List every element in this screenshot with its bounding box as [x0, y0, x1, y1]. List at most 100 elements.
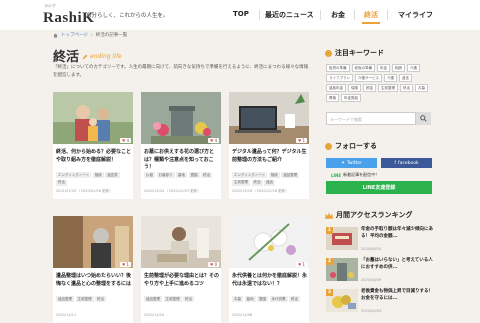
tag[interactable]: 生前整理 — [75, 296, 94, 302]
article-thumbnail[interactable] — [229, 92, 309, 144]
like-count: ♥ 4 — [119, 138, 131, 143]
keyword-tag[interactable]: お墓 — [415, 84, 428, 92]
keyword-tag[interactable]: 葬儀 — [326, 94, 339, 102]
tag[interactable]: 相続 — [268, 172, 280, 178]
tag[interactable]: 相続 — [92, 172, 104, 178]
nav-mylife[interactable]: マイライフ — [398, 10, 433, 20]
article-title[interactable]: 遺品整理はいつ始めたらいい？後悔なく遺品と心の整理をするには — [56, 273, 131, 288]
tag[interactable]: エンディングノート — [232, 172, 268, 178]
ranking-title[interactable]: 老後資金も物価上昇で目減りする！お金を守るには... — [361, 289, 433, 302]
tag[interactable]: 生前整理 — [163, 296, 182, 302]
article-card[interactable]: ♥ 4 お墓にお供えする花の選び方とは？種類や注意点を知っておこう！ 仏壇 お墓参… — [141, 92, 221, 199]
like-count: ♥ 0 — [207, 262, 219, 267]
search-button[interactable] — [416, 112, 431, 125]
nav-top[interactable]: TOP — [233, 10, 249, 18]
tag[interactable]: 遺品整理 — [281, 172, 300, 178]
line-note-text: 新着記事を配信中！ — [343, 172, 380, 177]
crown-icon — [325, 211, 333, 219]
like-count-value: 4 — [126, 138, 129, 143]
tag[interactable]: 霊園 — [257, 296, 268, 302]
article-card[interactable]: ♥ 1 デジタル遺品って何？デジタル生前整理の方法もご紹介 エンディングノート 相… — [229, 92, 309, 199]
keyword-tag[interactable]: 投資の準備 — [326, 64, 350, 72]
tag[interactable]: 遺言書 — [105, 172, 120, 178]
article-card[interactable]: ♥ 4 終活、何から始める？必要なことや取り組み方を徹底解説！ エンディングノート… — [53, 92, 133, 199]
tag[interactable]: 墓地 — [176, 172, 187, 178]
article-thumbnail[interactable] — [53, 92, 133, 144]
article-card[interactable]: ♥ 1 永代供養とは何かを徹底解説！永代は永遠ではない！？ お墓 墓地 霊園 永代… — [229, 216, 309, 323]
rank-number: 2 — [326, 258, 333, 265]
keyword-tag[interactable]: 介護サービス — [355, 74, 382, 82]
keyword-tag[interactable]: 税金 — [363, 84, 376, 92]
keyword-tag[interactable]: 遺族年金 — [326, 84, 346, 92]
article-card[interactable]: ♥ 0 生前整理が必要な理由とは？そのやり方や上手に進めるコツ 遺品整理 生前整理… — [141, 216, 221, 323]
follow-heading-text: フォローする — [335, 142, 377, 150]
article-thumbnail[interactable] — [141, 92, 221, 144]
article-card[interactable]: ♥ 1 遺品整理はいつ始めたらいい？後悔なく遺品と心の整理をするには 遺品整理 生… — [53, 216, 133, 323]
line-follow-button[interactable]: LINE友達登録 — [326, 181, 432, 194]
keyword-list: 投資の準備 老後の準備 年金 相続 介護 ライフプラン 介護サービス 介護 遺言… — [326, 64, 433, 102]
keyword-tag[interactable]: 終活 — [400, 84, 413, 92]
like-count-value: 0 — [214, 262, 217, 267]
article-thumbnail[interactable] — [53, 216, 133, 268]
ranking-item[interactable]: 1 年金の手取り額は年々減少傾向にある！平均の金額... 2020/06/20 — [326, 227, 433, 252]
site-header: ラシク RashiK 自分らしく、これからの人生を。 TOP 最近のニュース お… — [0, 0, 480, 30]
tag[interactable]: 終活 — [251, 179, 263, 186]
search-input[interactable]: キーワードで検索 — [326, 112, 416, 125]
tag[interactable]: エンディングノート — [56, 172, 92, 178]
facebook-icon: f — [394, 160, 397, 166]
keyword-tag[interactable]: 介護 — [384, 74, 397, 82]
nav-shukatsu[interactable]: 終活 — [364, 10, 378, 20]
tag[interactable]: お墓参り — [156, 172, 175, 178]
tag[interactable]: 遺品 — [264, 179, 275, 186]
tag[interactable]: 遺品整理 — [56, 296, 74, 302]
nav-news[interactable]: 最近のニュース — [265, 10, 314, 20]
tag[interactable]: 終活 — [56, 179, 67, 186]
tag[interactable]: 終活 — [183, 296, 194, 302]
article-title[interactable]: 永代供養とは何かを徹底解説！永代は永遠ではない！？ — [232, 273, 307, 288]
keyword-tag[interactable]: 相続 — [392, 64, 405, 72]
like-count-value: 4 — [214, 138, 217, 143]
like-count-value: 1 — [302, 262, 305, 267]
article-thumbnail[interactable] — [229, 216, 309, 268]
site-tagline: 自分らしく、これからの人生を。 — [86, 13, 169, 19]
nav-money[interactable]: お金 — [331, 10, 345, 20]
article-title[interactable]: 生前整理が必要な理由とは？そのやり方や上手に進めるコツ — [144, 273, 219, 288]
rank-number: 1 — [326, 227, 333, 234]
tag[interactable]: 終活 — [95, 296, 106, 302]
page-description: 「終活」についてのカテゴリーです。人生の最期に向けて、前向きな気持ちで準備を行え… — [53, 65, 309, 78]
nav-divider — [354, 10, 355, 20]
tag[interactable]: 永代供養 — [269, 296, 288, 302]
tag[interactable]: 霊園 — [188, 172, 200, 178]
ranking-heading-text: 月間アクセスランキング — [336, 211, 413, 219]
keyword-tag[interactable]: 老後の準備 — [351, 64, 375, 72]
twitter-button[interactable]: ✦ Twitter — [326, 158, 377, 168]
ranking-item[interactable]: 3 老後資金も物価上昇で目減りする！お金を守るには... 2020/04/04 — [326, 289, 433, 314]
keyword-tag[interactable]: ライフプラン — [326, 74, 353, 82]
tag[interactable]: 墓地 — [244, 296, 256, 302]
keyword-tag[interactable]: 保険 — [348, 84, 361, 92]
article-thumbnail[interactable] — [141, 216, 221, 268]
tag[interactable]: 終活 — [289, 296, 300, 302]
tag[interactable]: 遺品整理 — [144, 296, 162, 302]
article-title[interactable]: デジタル遺品って何？デジタル生前整理の方法もご紹介 — [232, 149, 307, 164]
heart-icon: ♥ — [121, 262, 126, 267]
tag[interactable]: 仏壇 — [144, 172, 155, 178]
keyword-tag[interactable]: 生前整理 — [378, 84, 398, 92]
keywords-heading: 注目キーワード — [325, 48, 384, 58]
article-title[interactable]: お墓にお供えする花の選び方とは？種類や注意点を知っておこう！ — [144, 149, 219, 172]
keyword-tag[interactable]: 年金受給 — [341, 94, 361, 102]
ranking-date: 2020/06/09 — [361, 278, 382, 282]
keyword-tag[interactable]: 年金 — [377, 64, 390, 72]
breadcrumb-home-link[interactable]: トップページ — [61, 32, 88, 38]
facebook-button[interactable]: f facebook — [381, 158, 432, 168]
tag[interactable]: お墓 — [232, 296, 243, 302]
tag[interactable]: 終活 — [201, 172, 212, 178]
ranking-title[interactable]: 「お墓はいらない」と考えている人におすすめの供... — [361, 258, 433, 271]
ranking-title[interactable]: 年金の手取り額は年々減少傾向にある！平均の金額... — [361, 227, 433, 240]
keyword-tag[interactable]: 遺言 — [399, 74, 412, 82]
article-title[interactable]: 終活、何から始める？必要なことや取り組み方を徹底解説！ — [56, 149, 131, 164]
keywords-heading-text: 注目キーワード — [335, 49, 384, 57]
ranking-item[interactable]: 2 「お墓はいらない」と考えている人におすすめの供... 2020/06/09 — [326, 258, 433, 283]
tag[interactable]: 生前整理 — [232, 179, 250, 186]
keyword-tag[interactable]: 介護 — [407, 64, 420, 72]
